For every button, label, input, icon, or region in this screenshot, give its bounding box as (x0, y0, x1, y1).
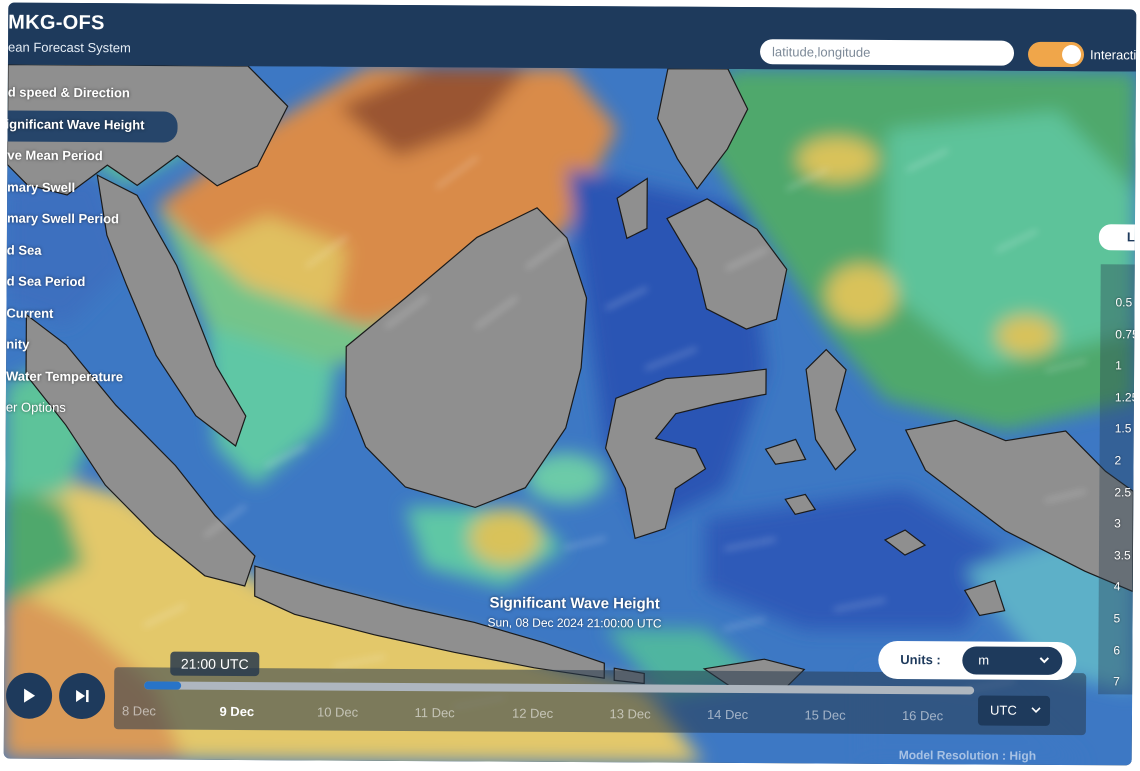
timeline-day-label[interactable]: 8 Dec (122, 703, 156, 718)
timeline-day-label[interactable]: 15 Dec (804, 707, 845, 722)
layer-other-options[interactable]: er Options (6, 394, 176, 427)
layer-wind-speed-direction[interactable]: d speed & Direction (8, 79, 178, 112)
legend-tick: 0.5 (1115, 295, 1133, 310)
app-window: MKG-OFS ean Forecast System Interacti (3, 2, 1137, 766)
layer-significant-wave-height[interactable]: ignificant Wave Height (5, 110, 178, 143)
play-icon (24, 688, 36, 703)
app-subtitle: ean Forecast System (8, 39, 131, 56)
units-panel: Units : m (878, 640, 1077, 681)
play-button[interactable] (5, 672, 53, 719)
map-caption-datetime: Sun, 08 Dec 2024 21:00:00 UTC (487, 615, 662, 631)
step-forward-icon (76, 689, 89, 703)
map-caption-title: Significant Wave Height (489, 594, 660, 613)
map-caption: Significant Wave Height Sun, 08 Dec 2024… (474, 594, 674, 631)
timezone-value: UTC (989, 702, 1017, 718)
chevron-down-icon (1030, 696, 1042, 738)
layer-primary-swell-period[interactable]: mary Swell Period (7, 205, 177, 238)
model-resolution: Model Resolution : High (898, 748, 1037, 763)
app-title: MKG-OFS (8, 11, 105, 35)
timeline-day-label[interactable]: 10 Dec (317, 704, 358, 719)
legend-tick: 4 (1113, 579, 1121, 594)
layer-wind-sea[interactable]: d Sea (7, 236, 177, 269)
toggle-knob (1061, 44, 1082, 65)
timeline-day-label[interactable]: 9 Dec (219, 704, 254, 719)
timeline-day-label[interactable]: 12 Dec (512, 706, 553, 721)
timeline-day-label[interactable]: 16 Dec (902, 708, 943, 723)
interactive-toggle[interactable] (1027, 41, 1085, 68)
units-label: Units : (900, 652, 941, 668)
interactive-toggle-label: Interacti (1089, 47, 1137, 63)
legend-tick: 0.75 (1115, 326, 1137, 342)
coordinate-search-input[interactable] (759, 39, 1015, 66)
chevron-down-icon (1038, 647, 1050, 686)
layer-menu: d speed & Direction ignificant Wave Heig… (5, 79, 178, 427)
legend-tick: 5 (1113, 611, 1121, 626)
layer-wave-mean-period[interactable]: ve Mean Period (7, 142, 177, 175)
legend-tick: 2.5 (1114, 484, 1132, 500)
header-bar: MKG-OFS ean Forecast System Interacti (7, 2, 1137, 72)
legend-tick: 6 (1113, 642, 1121, 657)
layer-wind-sea-period[interactable]: d Sea Period (7, 268, 177, 301)
legend-tick: 1.5 (1114, 421, 1132, 436)
units-value: m (978, 652, 990, 668)
legend-tab[interactable]: L (1098, 224, 1137, 251)
step-forward-button[interactable] (58, 672, 106, 720)
legend-tick: 7 (1113, 674, 1120, 689)
timezone-select[interactable]: UTC (977, 695, 1051, 726)
legend-tick: 3 (1114, 516, 1121, 531)
layer-current[interactable]: Current (6, 299, 176, 332)
layer-primary-swell[interactable]: mary Swell (7, 173, 177, 206)
layer-salinity[interactable]: nity (6, 331, 176, 364)
timeline-progress (144, 681, 182, 690)
layer-water-temperature[interactable]: Water Temperature (6, 362, 176, 395)
legend-tick: 2 (1114, 453, 1122, 468)
timeline-day-label[interactable]: 13 Dec (609, 706, 650, 721)
timeline-day-label[interactable]: 14 Dec (707, 707, 748, 722)
units-select[interactable]: m (962, 646, 1063, 676)
current-time-bubble: 21:00 UTC (170, 651, 260, 677)
legend-tick: 3.5 (1113, 548, 1131, 563)
legend-tick: 1.25 (1114, 390, 1137, 405)
legend-tick: 1 (1115, 358, 1122, 373)
timeline-day-label[interactable]: 11 Dec (414, 705, 454, 720)
